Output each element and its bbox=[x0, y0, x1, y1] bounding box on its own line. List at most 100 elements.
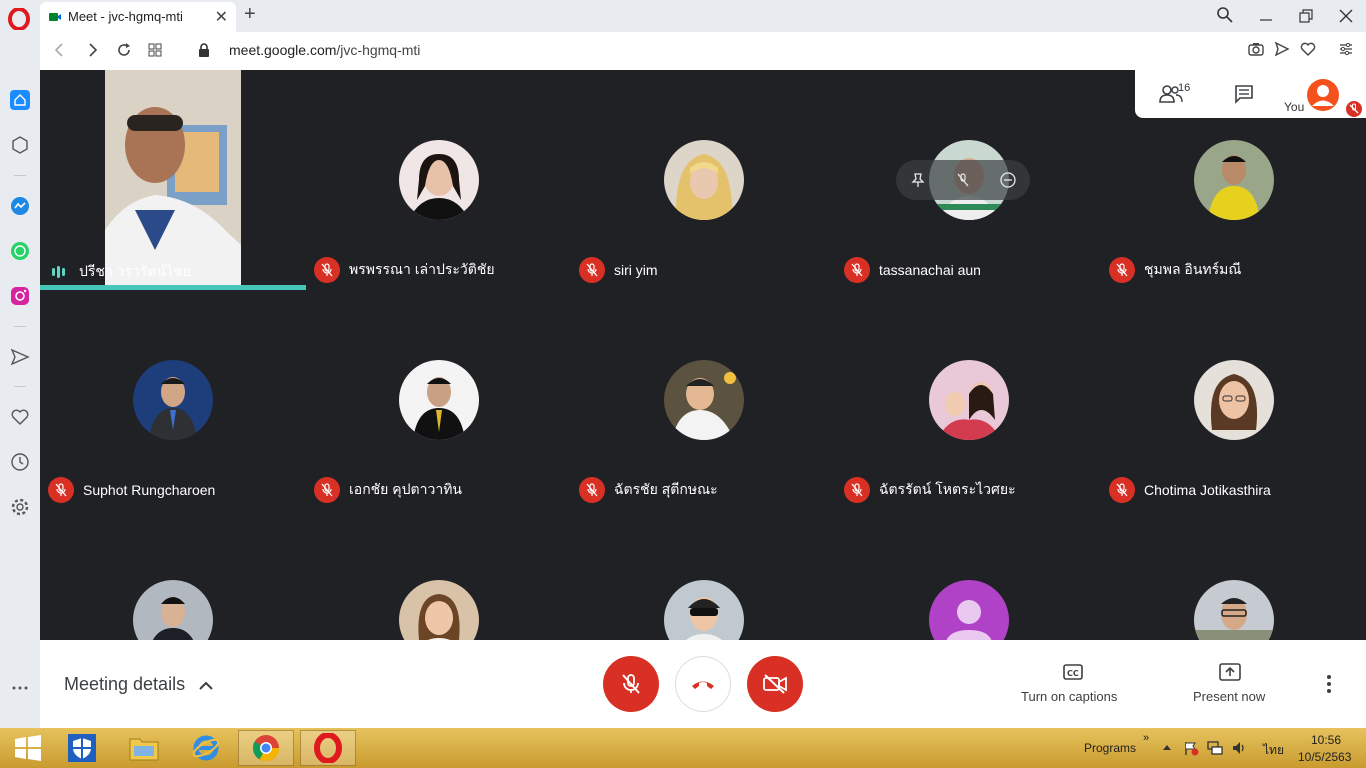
forward-icon[interactable] bbox=[86, 42, 100, 58]
clock-time[interactable]: 10:56 bbox=[1311, 733, 1341, 747]
camera-icon[interactable] bbox=[1248, 41, 1264, 57]
taskbar-security-app[interactable] bbox=[54, 730, 110, 766]
participant-avatar bbox=[1194, 140, 1274, 220]
participant-tile[interactable]: siri yim bbox=[571, 70, 836, 290]
browser-tab[interactable]: Meet - jvc-hgmq-mti ✕ bbox=[40, 2, 236, 32]
speaker-name: ปรีชา วรารัตน์ไชย bbox=[79, 263, 191, 279]
participant-name: ฉัตรชัย สุตีกษณะ bbox=[614, 481, 718, 497]
participant-tile[interactable]: Chotima Jotikasthira bbox=[1101, 290, 1366, 510]
participant-tile[interactable] bbox=[836, 510, 1101, 640]
restore-icon[interactable] bbox=[1298, 8, 1314, 24]
pin-icon[interactable] bbox=[910, 172, 926, 188]
participant-name: Suphot Rungcharoen bbox=[83, 482, 216, 498]
participant-tile[interactable] bbox=[571, 510, 836, 640]
participant-name: Chotima Jotikasthira bbox=[1144, 482, 1271, 498]
participant-nameplate: ฉัตรชัย สุตีกษณะ bbox=[579, 477, 718, 503]
url-field[interactable]: meet.google.com/jvc-hgmq-mti bbox=[229, 42, 420, 58]
mic-off-icon bbox=[48, 477, 74, 503]
whatsapp-icon[interactable] bbox=[10, 241, 30, 261]
meeting-controls: Meeting details CC Turn on captions Pres… bbox=[40, 640, 1366, 728]
participant-tile[interactable] bbox=[1101, 510, 1366, 640]
participant-avatar bbox=[133, 580, 213, 640]
participant-nameplate: siri yim bbox=[579, 257, 658, 283]
more-options-icon[interactable] bbox=[1326, 674, 1332, 694]
self-avatar[interactable] bbox=[1307, 79, 1339, 111]
messenger-icon[interactable] bbox=[10, 196, 30, 216]
start-button[interactable] bbox=[0, 730, 56, 766]
search-tabs-icon[interactable] bbox=[1216, 6, 1234, 24]
mic-toggle-button[interactable] bbox=[603, 656, 659, 712]
mute-participant-icon[interactable] bbox=[955, 172, 971, 188]
settings-gear-icon[interactable] bbox=[10, 497, 30, 517]
remove-participant-icon[interactable] bbox=[1000, 172, 1016, 188]
present-now-label[interactable]: Present now bbox=[1193, 689, 1265, 704]
taskbar-opera[interactable] bbox=[300, 730, 356, 766]
volume-icon[interactable] bbox=[1231, 740, 1247, 756]
taskbar-chrome[interactable] bbox=[238, 730, 294, 766]
heart-icon[interactable] bbox=[1300, 41, 1316, 57]
tab-close-icon[interactable]: ✕ bbox=[215, 7, 228, 27]
send-icon[interactable] bbox=[1274, 41, 1290, 57]
clock-date[interactable]: 10/5/2563 bbox=[1298, 750, 1351, 764]
mic-off-icon bbox=[1109, 477, 1135, 503]
participant-tile[interactable]: เอกชัย คุปตาวาทิน bbox=[306, 290, 571, 510]
speaker-nameplate: ปรีชา วรารัตน์ไชย bbox=[52, 261, 191, 283]
participant-avatar bbox=[664, 140, 744, 220]
participant-tile[interactable] bbox=[40, 510, 305, 640]
programs-toolbar[interactable]: Programs bbox=[1084, 741, 1136, 755]
show-hidden-icons-icon[interactable] bbox=[1162, 743, 1172, 751]
reload-icon[interactable] bbox=[116, 42, 132, 58]
new-tab-button[interactable]: + bbox=[244, 3, 256, 26]
home-icon[interactable] bbox=[10, 90, 30, 110]
close-window-icon[interactable] bbox=[1338, 8, 1354, 24]
easy-setup-icon[interactable] bbox=[1338, 41, 1354, 57]
back-icon[interactable] bbox=[52, 42, 66, 58]
cube-icon[interactable] bbox=[10, 135, 30, 155]
minimize-icon[interactable] bbox=[1258, 8, 1274, 24]
toolbar-chevron[interactable]: » bbox=[1143, 732, 1149, 744]
speaker-video-image bbox=[105, 70, 241, 285]
captions-button-label[interactable]: Turn on captions bbox=[1021, 689, 1117, 704]
speaker-tile[interactable]: ปรีชา วรารัตน์ไชย bbox=[40, 70, 306, 290]
participant-tile[interactable]: พรพรรณา เล่าประวัติชัย bbox=[306, 70, 571, 290]
taskbar-file-explorer[interactable] bbox=[116, 730, 172, 766]
url-path: /jvc-hgmq-mti bbox=[336, 42, 421, 58]
participant-name: ฉัตรรัตน์ โหตระไวศยะ bbox=[879, 481, 1016, 497]
participant-avatar bbox=[929, 580, 1009, 640]
present-screen-icon[interactable] bbox=[1219, 663, 1241, 681]
participant-tile[interactable]: tassanachai aun bbox=[836, 70, 1101, 290]
participant-tile[interactable]: ฉัตรชัย สุตีกษณะ bbox=[571, 290, 836, 510]
captions-icon[interactable]: CC bbox=[1063, 664, 1083, 680]
participant-nameplate: Chotima Jotikasthira bbox=[1109, 477, 1271, 503]
send-flow-icon[interactable] bbox=[10, 347, 30, 367]
chat-icon[interactable] bbox=[1234, 84, 1254, 104]
participant-tile[interactable] bbox=[306, 510, 571, 640]
action-center-flag-icon[interactable] bbox=[1183, 740, 1199, 756]
bookmarks-heart-icon[interactable] bbox=[10, 407, 30, 427]
input-language[interactable]: ไทย bbox=[1263, 741, 1284, 760]
participant-nameplate: เอกชัย คุปตาวาทิน bbox=[314, 477, 462, 503]
lock-icon[interactable] bbox=[198, 42, 210, 58]
folder-icon bbox=[129, 738, 159, 761]
taskbar-internet-explorer[interactable] bbox=[178, 730, 234, 766]
tab-title: Meet - jvc-hgmq-mti bbox=[68, 9, 183, 24]
network-icon[interactable] bbox=[1207, 740, 1223, 756]
participant-avatar bbox=[1194, 360, 1274, 440]
mic-off-icon bbox=[844, 477, 870, 503]
meeting-details-button[interactable]: Meeting details bbox=[64, 674, 213, 695]
mic-off-icon bbox=[579, 257, 605, 283]
speaker-video bbox=[105, 70, 241, 285]
audio-level-icon bbox=[52, 266, 65, 278]
more-dots-icon[interactable] bbox=[10, 678, 30, 698]
camera-toggle-button[interactable] bbox=[747, 656, 803, 712]
tile-hover-actions bbox=[896, 160, 1030, 200]
history-icon[interactable] bbox=[10, 452, 30, 472]
speed-dial-icon[interactable] bbox=[148, 43, 162, 57]
participant-tile[interactable]: Suphot Rungcharoen bbox=[40, 290, 305, 510]
instagram-icon[interactable] bbox=[10, 286, 30, 306]
windows-taskbar: Programs » ไทย 10:56 10/5/2563 bbox=[0, 728, 1366, 768]
sidebar-separator bbox=[14, 386, 26, 387]
leave-call-button[interactable] bbox=[675, 656, 731, 712]
opera-logo-icon[interactable] bbox=[8, 8, 30, 30]
participant-tile[interactable]: ฉัตรรัตน์ โหตระไวศยะ bbox=[836, 290, 1101, 510]
